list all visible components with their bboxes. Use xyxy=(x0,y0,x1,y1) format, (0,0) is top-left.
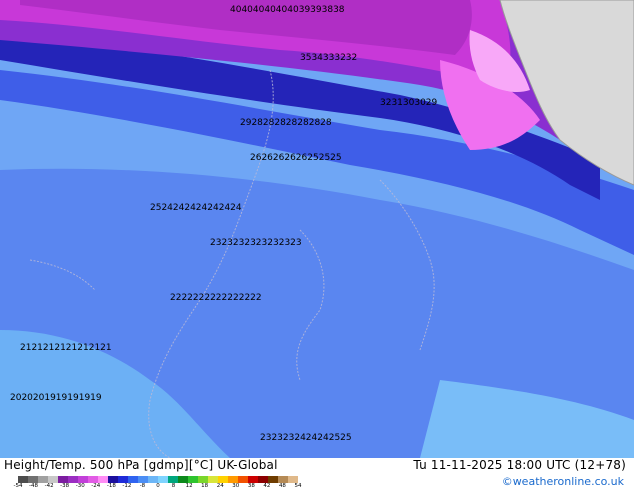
colorbar-swatch xyxy=(58,476,69,483)
contour-label-row-a: 40404040404039393838 xyxy=(230,5,345,15)
colorbar-tick-label: -24 xyxy=(91,483,101,489)
colorbar-tick-label: -48 xyxy=(29,483,39,489)
colorbar xyxy=(18,476,298,483)
contour-label-row-d: 2928282828282828 xyxy=(240,118,332,128)
contour-label-row-e: 2626262626252525 xyxy=(250,153,342,163)
contour-label-row-k: 2323232424242525 xyxy=(260,433,352,443)
product-title: Height/Temp. 500 hPa [gdmp][°C] UK-Globa… xyxy=(4,458,278,472)
contour-label-row-b: 3534333232 xyxy=(300,53,357,63)
colorbar-swatch xyxy=(108,476,119,483)
colorbar-swatch xyxy=(88,476,99,483)
colorbar-tick-label: 48 xyxy=(278,483,286,489)
colorbar-tick-label: -38 xyxy=(60,483,70,489)
colorbar-tick-label: -18 xyxy=(106,483,116,489)
colorbar-swatch xyxy=(98,476,109,483)
valid-time: Tu 11-11-2025 18:00 UTC (12+78) xyxy=(413,458,626,472)
contour-label-row-i: 2121212121212121 xyxy=(20,343,112,353)
colorbar-tick-label: -8 xyxy=(139,483,146,489)
colorbar-swatch xyxy=(258,476,269,483)
colorbar-tick-label: 30 xyxy=(232,483,240,489)
colorbar-swatch xyxy=(38,476,49,483)
weather-map-viewer: 40404040404039393838 3534333232 32313030… xyxy=(0,0,634,490)
colorbar-swatch xyxy=(238,476,249,483)
colorbar-tick-label: 38 xyxy=(247,483,255,489)
colorbar-swatch xyxy=(18,476,29,483)
colorbar-swatch xyxy=(28,476,39,483)
colorbar-swatch xyxy=(78,476,89,483)
colorbar-swatch xyxy=(48,476,59,483)
contour-label-row-g: 2323232323232323 xyxy=(210,238,302,248)
colorbar-tick-label: -30 xyxy=(75,483,85,489)
colorbar-swatch xyxy=(278,476,289,483)
contour-label-row-j: 2020201919191919 xyxy=(10,393,102,403)
colorbar-tick-label: 24 xyxy=(216,483,224,489)
map-caption-bar: Height/Temp. 500 hPa [gdmp][°C] UK-Globa… xyxy=(0,458,634,474)
colorbar-tick-label: 0 xyxy=(156,483,160,489)
colorbar-swatch xyxy=(188,476,199,483)
colorbar-swatch xyxy=(138,476,149,483)
colorbar-row: -54 -48 -42 -38 -30 -24 -18 -12 -8 0 8 12 18 24 30 38 42… xyxy=(0,474,634,490)
colorbar-ticks: -54 -48 -42 -38 -30 -24 -18 -12 -8 0 8 12 18 24 30 38 42… xyxy=(14,483,302,490)
colorbar-swatch xyxy=(268,476,279,483)
colorbar-tick-label: -42 xyxy=(44,483,54,489)
colorbar-swatch xyxy=(228,476,239,483)
colorbar-tick-label: 42 xyxy=(263,483,271,489)
colorbar-swatch xyxy=(148,476,159,483)
colorbar-swatch xyxy=(118,476,129,483)
colorbar-swatch xyxy=(248,476,259,483)
contour-label-row-f: 2524242424242424 xyxy=(150,203,242,213)
contour-label-row-h: 2222222222222222 xyxy=(170,293,262,303)
colorbar-swatch xyxy=(128,476,139,483)
colorbar-tick-label: -54 xyxy=(13,483,23,489)
colorbar-swatch xyxy=(208,476,219,483)
colorbar-tick-label: -12 xyxy=(122,483,132,489)
colorbar-tick-label: 8 xyxy=(171,483,176,489)
colorbar-swatch xyxy=(68,476,79,483)
contour-label-row-c: 3231303029 xyxy=(380,98,438,108)
colorbar-swatch xyxy=(178,476,189,483)
colorbar-tick-label: 18 xyxy=(201,483,209,489)
colorbar-swatch xyxy=(218,476,229,483)
colorbar-swatch xyxy=(198,476,209,483)
colorbar-swatch xyxy=(158,476,169,483)
colorbar-tick-label: 12 xyxy=(185,483,193,489)
credit-link[interactable]: ©weatheronline.co.uk xyxy=(502,475,624,488)
colorbar-tick-label: 54 xyxy=(294,483,302,489)
colorbar-swatch xyxy=(168,476,179,483)
height-temp-map: 40404040404039393838 3534333232 32313030… xyxy=(0,0,634,458)
colorbar-swatch xyxy=(288,476,298,483)
